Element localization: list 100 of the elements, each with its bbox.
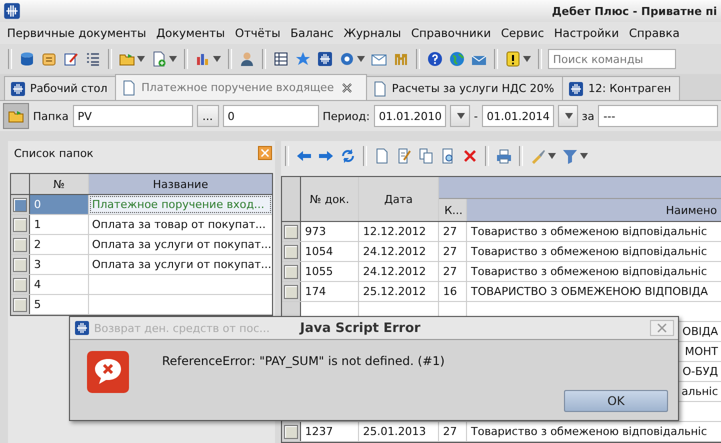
- table-icon[interactable]: [273, 51, 289, 67]
- caret-icon[interactable]: [523, 55, 531, 63]
- printer-icon[interactable]: [496, 148, 512, 164]
- edit-icon[interactable]: [396, 148, 412, 164]
- logo-icon: [3, 2, 21, 20]
- number-field[interactable]: 0: [222, 105, 319, 127]
- person-icon[interactable]: [239, 51, 255, 67]
- document-icon[interactable]: [374, 148, 390, 164]
- tab[interactable]: Платежное поручение входящее: [115, 74, 367, 100]
- table-cell-text: Товариство з обмеженою відповідальніс: [470, 224, 708, 240]
- folder-toggle-button[interactable]: [3, 103, 29, 129]
- pencil-icon[interactable]: [63, 51, 79, 67]
- menu-item[interactable]: Справка: [624, 26, 685, 40]
- warning-icon[interactable]: [505, 51, 521, 67]
- column-header[interactable]: Дата: [359, 177, 439, 221]
- menu-item[interactable]: Справочники: [406, 26, 496, 40]
- menu-item[interactable]: Журналы: [338, 26, 406, 40]
- row-selector[interactable]: [284, 224, 298, 238]
- table-cell: 12.12.2012: [359, 222, 439, 241]
- caret-icon[interactable]: [580, 152, 588, 160]
- row-selector[interactable]: [13, 238, 27, 252]
- table-cell: 24.12.2012: [359, 262, 439, 281]
- filter-icon[interactable]: [562, 148, 578, 164]
- list-icon[interactable]: [85, 51, 101, 67]
- database-icon[interactable]: [19, 51, 35, 67]
- delete-icon[interactable]: [462, 148, 478, 164]
- caret-icon[interactable]: [169, 55, 177, 63]
- table-cell: 0: [30, 195, 89, 214]
- table-cell-text: Оплата за товар от покупат...: [91, 217, 267, 233]
- folder-icon[interactable]: [119, 51, 135, 67]
- row-selector[interactable]: [284, 264, 298, 278]
- dropdown-button[interactable]: [558, 105, 578, 127]
- arrow-right-icon[interactable]: [318, 148, 334, 164]
- help-icon[interactable]: [427, 51, 443, 67]
- tab[interactable]: Расчеты за услуги НДС 20%: [366, 76, 564, 100]
- table-cell: 27: [439, 262, 467, 281]
- document-plus-icon[interactable]: [151, 51, 167, 67]
- logo-icon: [74, 320, 90, 336]
- row-selector[interactable]: [13, 198, 27, 212]
- table-cell: 1237: [301, 422, 359, 441]
- table-cell: 174: [301, 282, 359, 301]
- column-header[interactable]: Название: [89, 174, 272, 194]
- menu-item[interactable]: Настройки: [549, 26, 624, 40]
- row-selector[interactable]: [13, 218, 27, 232]
- table-cell: 24.12.2012: [359, 242, 439, 261]
- caret-icon: [456, 112, 465, 120]
- menu-item[interactable]: Сервис: [496, 26, 550, 40]
- browse-button[interactable]: ...: [196, 105, 219, 127]
- folder-field[interactable]: PV: [72, 105, 193, 127]
- column-header[interactable]: К...: [439, 199, 467, 221]
- row-selector[interactable]: [13, 298, 27, 312]
- table-cell: 27: [439, 222, 467, 241]
- row-selector[interactable]: [284, 424, 298, 438]
- globe-icon[interactable]: [449, 51, 465, 67]
- document-icon: [372, 80, 388, 96]
- logo-icon: [568, 80, 584, 96]
- panel-title: Список папок: [14, 146, 94, 160]
- column-header[interactable]: Наимено: [467, 199, 721, 221]
- notes-icon[interactable]: [41, 51, 57, 67]
- menu-item[interactable]: Первичные документы: [2, 26, 152, 40]
- caret-icon[interactable]: [137, 55, 145, 63]
- row-selector[interactable]: [284, 244, 298, 258]
- star-icon[interactable]: [295, 51, 311, 67]
- arrow-left-icon[interactable]: [296, 148, 312, 164]
- close-button[interactable]: [650, 320, 674, 336]
- dropdown-button[interactable]: [450, 105, 470, 127]
- error-icon: [86, 350, 130, 394]
- dialog-title: Java Script Error: [300, 320, 420, 336]
- close-icon[interactable]: [342, 82, 352, 92]
- table-cell-text: Товариство з обмеженою відповідальніс: [470, 244, 708, 260]
- menu-item[interactable]: Документы: [151, 26, 230, 40]
- tab[interactable]: 12: Контраген: [562, 76, 680, 100]
- logo-icon: [10, 80, 26, 96]
- table-cell: 27: [439, 422, 467, 441]
- row-selector[interactable]: [284, 284, 298, 298]
- date-field[interactable]: 01.01.2014: [482, 105, 554, 127]
- period-field[interactable]: ---: [598, 105, 718, 127]
- copy-icon[interactable]: [418, 148, 434, 164]
- column-header[interactable]: № док.: [301, 177, 359, 221]
- table-cell: 973: [301, 222, 359, 241]
- ok-button[interactable]: OK: [564, 390, 668, 412]
- menu-item[interactable]: Баланс: [285, 26, 339, 40]
- caret-icon[interactable]: [548, 152, 556, 160]
- refresh-icon[interactable]: [340, 148, 356, 164]
- window-title: Дебет Плюс - Приватне пі: [552, 4, 717, 18]
- row-selector[interactable]: [13, 278, 27, 292]
- date-field[interactable]: 01.01.2010: [374, 105, 446, 127]
- menu-item[interactable]: Отчёты: [230, 26, 286, 40]
- tab[interactable]: Рабочий стол: [4, 76, 116, 100]
- table-cell-text: ОВІДА: [682, 325, 719, 338]
- bar-chart-icon[interactable]: [195, 51, 211, 67]
- search-field[interactable]: Поиск команды: [548, 49, 676, 69]
- table-cell: 2: [30, 235, 89, 254]
- logo-icon[interactable]: [317, 51, 333, 67]
- caret-icon[interactable]: [213, 55, 221, 63]
- window-caption: Возврат ден. средств от пос...: [94, 322, 270, 334]
- error-message: ReferenceError: "PAY_SUM" is not defined. (#1): [162, 354, 445, 368]
- caret-icon[interactable]: [357, 55, 365, 63]
- row-selector[interactable]: [13, 258, 27, 272]
- column-header[interactable]: №: [30, 174, 89, 194]
